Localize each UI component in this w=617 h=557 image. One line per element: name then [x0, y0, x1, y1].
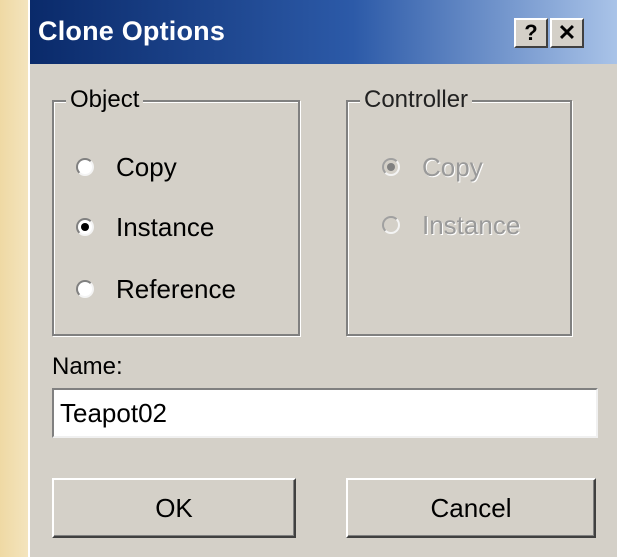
controller-copy-option: Copy	[382, 150, 483, 184]
controller-group: Controller Copy Instance	[346, 85, 572, 336]
radio-label-copy-disabled: Copy	[422, 151, 483, 182]
radio-button[interactable]	[76, 158, 94, 176]
object-reference-option[interactable]: Reference	[76, 272, 236, 306]
title-bar[interactable]: Clone Options ? ✕	[30, 0, 617, 64]
radio-label-instance-disabled: Instance	[422, 209, 521, 240]
cancel-button[interactable]: Cancel	[346, 478, 596, 538]
object-instance-option[interactable]: Instance	[76, 210, 214, 244]
background-strip	[0, 0, 30, 557]
ok-button[interactable]: OK	[52, 478, 296, 538]
close-button[interactable]: ✕	[550, 18, 584, 48]
controller-instance-option: Instance	[382, 208, 520, 242]
radio-label-reference: Reference	[116, 273, 236, 304]
name-input[interactable]	[52, 388, 598, 438]
object-group: Object Copy Instance Reference	[52, 85, 300, 336]
close-icon: ✕	[557, 20, 577, 45]
radio-label-instance: Instance	[116, 211, 215, 242]
radio-button-disabled	[382, 216, 400, 234]
name-label: Name:	[52, 353, 123, 380]
radio-label-copy: Copy	[116, 151, 177, 182]
window-title: Clone Options	[38, 16, 226, 46]
object-group-label: Object	[66, 85, 144, 115]
radio-button[interactable]	[76, 280, 94, 298]
radio-button-selected[interactable]	[76, 218, 94, 236]
object-copy-option[interactable]: Copy	[76, 150, 177, 184]
clone-options-dialog: Clone Options ? ✕ Object Copy Instance R…	[28, 0, 617, 557]
radio-button-selected-disabled	[382, 158, 400, 176]
controller-group-label: Controller	[360, 85, 473, 115]
help-button[interactable]: ?	[514, 18, 548, 48]
